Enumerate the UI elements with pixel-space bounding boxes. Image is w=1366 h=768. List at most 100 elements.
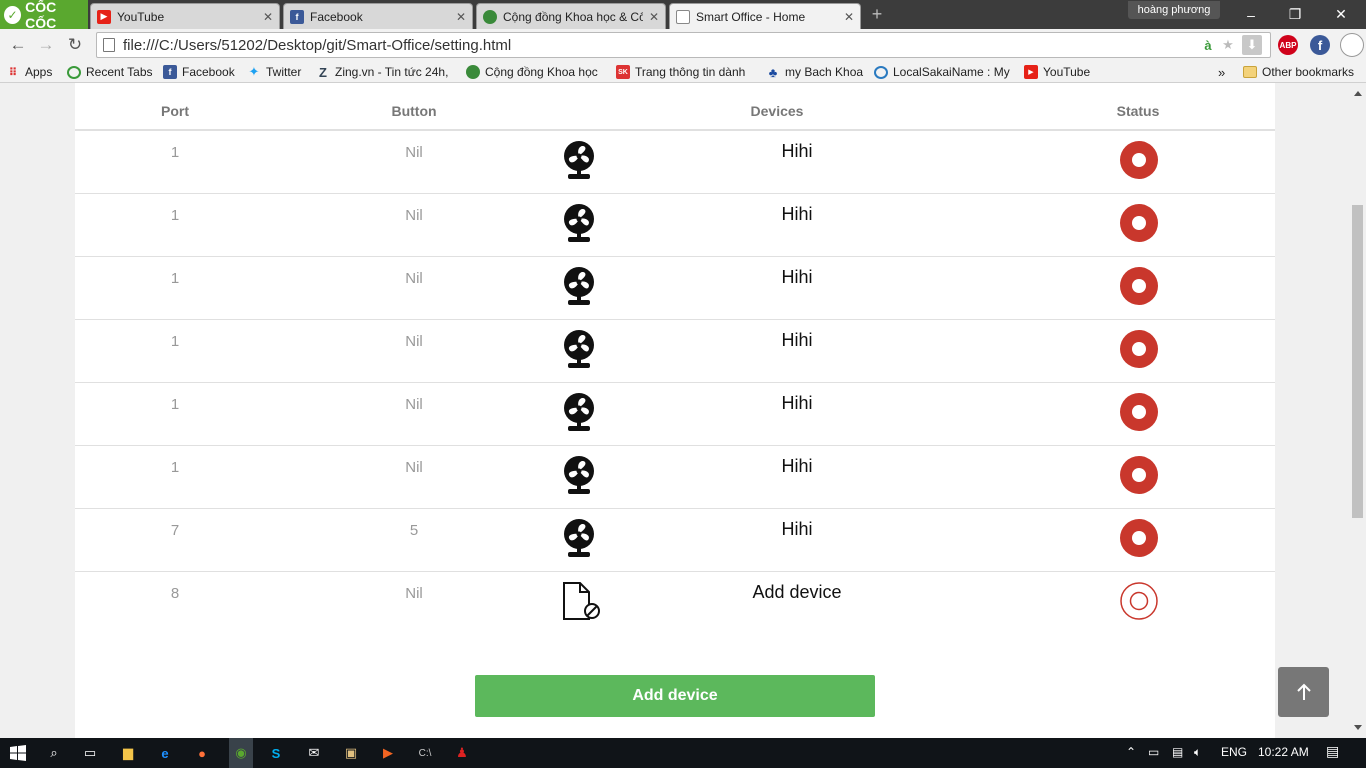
folder-icon: [1243, 66, 1257, 78]
status-on-toggle[interactable]: [1120, 330, 1158, 368]
back-button[interactable]: ←: [6, 33, 30, 57]
table-row: 1 Nil Hihi: [75, 131, 1275, 194]
bookmark-cong-dong[interactable]: Cộng đồng Khoa học: [466, 64, 604, 80]
header-port: Port: [161, 103, 189, 119]
tab-label: YouTube: [117, 9, 165, 24]
file-explorer-icon[interactable]: ▆: [118, 743, 138, 763]
bachkhoa-icon: ♣: [768, 64, 778, 80]
bookmarks-overflow-button[interactable]: »: [1218, 64, 1225, 80]
close-icon[interactable]: ✕: [649, 10, 659, 24]
scroll-up-arrow-icon[interactable]: [1354, 91, 1362, 96]
edge-icon[interactable]: e: [155, 743, 175, 763]
search-icon[interactable]: ⌕: [44, 743, 64, 763]
coccoc-taskbar-icon[interactable]: ◉: [229, 738, 253, 768]
device-name: Hihi: [781, 204, 813, 224]
game-app-icon[interactable]: ♟: [452, 743, 472, 763]
page-icon: [103, 38, 115, 52]
bookmark-trang-thong-tin[interactable]: SK Trang thông tin dành: [616, 64, 754, 80]
language-indicator[interactable]: ENG: [1221, 745, 1247, 759]
bookmark-recent-tabs[interactable]: Recent Tabs: [67, 64, 153, 80]
no-file-icon[interactable]: [562, 581, 600, 621]
facebook-extension-icon[interactable]: f: [1310, 35, 1330, 55]
mail-icon[interactable]: ✉: [304, 743, 324, 763]
status-on-toggle[interactable]: [1120, 204, 1158, 242]
media-player-icon[interactable]: ▶: [378, 743, 398, 763]
terminal-icon[interactable]: C:\: [415, 743, 435, 763]
port-cell: 7: [170, 522, 180, 539]
network-icon[interactable]: ▤: [1172, 745, 1183, 759]
fan-icon[interactable]: [562, 455, 596, 495]
fan-icon[interactable]: [562, 329, 596, 369]
tab-youtube[interactable]: ▶ YouTube ✕: [90, 3, 280, 29]
windows-start-icon[interactable]: [8, 743, 28, 763]
app-window-icon[interactable]: ▣: [341, 743, 361, 763]
menu-circle-icon[interactable]: [1340, 33, 1364, 57]
bookmark-facebook[interactable]: f Facebook: [163, 64, 235, 80]
tab-cong-dong[interactable]: Cộng đồng Khoa học & Cô ✕: [476, 3, 666, 29]
bookmark-youtube[interactable]: ▶ YouTube: [1024, 64, 1090, 80]
page-viewport: Port Button Devices Status 1 Nil Hihi 1 Nil H…: [0, 83, 1350, 738]
status-on-toggle[interactable]: [1120, 393, 1158, 431]
minimize-button[interactable]: –: [1228, 0, 1274, 29]
status-on-toggle[interactable]: [1120, 141, 1158, 179]
download-icon[interactable]: ⬇: [1242, 35, 1262, 55]
close-icon[interactable]: ✕: [844, 10, 854, 24]
fan-icon[interactable]: [562, 518, 596, 558]
task-view-icon[interactable]: ▭: [80, 743, 100, 763]
bookmark-bach-khoa[interactable]: ♣ my Bach Khoa: [766, 64, 863, 80]
vertical-scrollbar[interactable]: [1350, 83, 1366, 738]
browser-toolbar: ← → ↻ file:///C:/Users/51202/Desktop/git…: [0, 29, 1366, 61]
new-tab-button[interactable]: +: [866, 5, 888, 23]
scroll-to-top-button[interactable]: [1278, 667, 1329, 717]
status-on-toggle[interactable]: [1120, 456, 1158, 494]
bookmark-apps[interactable]: ⠿ Apps: [6, 64, 53, 80]
skype-icon[interactable]: S: [266, 743, 286, 763]
coccoc-dictionary-icon[interactable]: à: [1198, 35, 1218, 55]
table-header: Port Button Devices Status: [75, 83, 1275, 131]
fan-icon[interactable]: [562, 266, 596, 306]
bookmark-sakai[interactable]: LocalSakaiName : My: [874, 64, 1010, 80]
device-name: Hihi: [781, 519, 813, 539]
restore-button[interactable]: ❐: [1272, 0, 1318, 29]
tab-label: Smart Office - Home: [696, 9, 806, 24]
profile-badge[interactable]: hoàng phương: [1128, 1, 1220, 19]
reload-button[interactable]: ↻: [63, 33, 87, 57]
status-off-toggle[interactable]: [1120, 582, 1158, 620]
table-row: 1 Nil Hihi: [75, 383, 1275, 446]
bookmark-twitter[interactable]: ✦ Twitter: [247, 64, 302, 80]
bookmark-label: Trang thông tin dành: [635, 65, 746, 79]
table-row: 8 Nil Add device: [75, 572, 1275, 635]
clock[interactable]: 10:22 AM: [1258, 745, 1309, 759]
tab-smart-office[interactable]: Smart Office - Home ✕: [669, 3, 861, 29]
firefox-icon[interactable]: ●: [192, 743, 212, 763]
fan-icon[interactable]: [562, 392, 596, 432]
windows-taskbar: ⌕ ▭ ▆ e ● ◉ S ✉ ▣ ▶ C:\ ♟ ⌃ ▭ ▤ 🔈︎ ENG 1…: [0, 738, 1366, 768]
action-center-icon[interactable]: ▤: [1326, 743, 1339, 760]
close-icon[interactable]: ✕: [263, 10, 273, 24]
browser-brand[interactable]: ✓ CỐC CỐC: [0, 0, 88, 31]
bookmark-label: Apps: [25, 65, 53, 79]
scrollbar-thumb[interactable]: [1352, 205, 1363, 518]
fan-icon[interactable]: [562, 140, 596, 180]
title-bar: ✓ CỐC CỐC ▶ YouTube ✕ f Facebook ✕ Cộng …: [0, 0, 1366, 31]
bookmark-star-icon[interactable]: ★: [1218, 35, 1238, 55]
volume-icon[interactable]: 🔈︎: [1194, 745, 1201, 760]
battery-icon[interactable]: ▭: [1148, 745, 1159, 759]
fan-icon[interactable]: [562, 203, 596, 243]
address-bar[interactable]: file:///C:/Users/51202/Desktop/git/Smart…: [96, 32, 1271, 58]
button-cell: Nil: [405, 270, 423, 287]
close-icon[interactable]: ✕: [456, 10, 466, 24]
adblock-plus-icon[interactable]: ABP: [1278, 35, 1298, 55]
arrow-up-icon: [1296, 683, 1311, 700]
tab-facebook[interactable]: f Facebook ✕: [283, 3, 473, 29]
status-on-toggle[interactable]: [1120, 267, 1158, 305]
status-on-toggle[interactable]: [1120, 519, 1158, 557]
device-name[interactable]: Add device: [752, 582, 841, 603]
other-bookmarks[interactable]: Other bookmarks: [1243, 64, 1354, 80]
forward-button[interactable]: →: [34, 33, 58, 57]
close-window-button[interactable]: ✕: [1318, 0, 1364, 29]
bookmark-zing[interactable]: Z Zing.vn - Tin tức 24h,: [316, 64, 456, 80]
tray-chevron-up-icon[interactable]: ⌃: [1126, 745, 1136, 759]
add-device-button[interactable]: Add device: [475, 675, 875, 717]
scroll-down-arrow-icon[interactable]: [1354, 725, 1362, 730]
